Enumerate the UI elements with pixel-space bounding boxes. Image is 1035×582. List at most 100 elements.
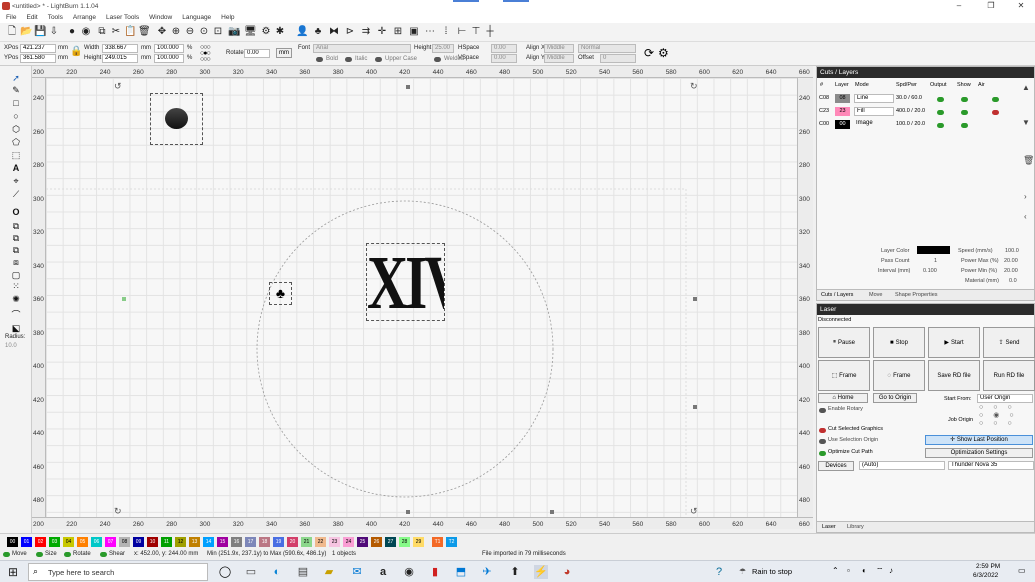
tree-graphic[interactable]: ♣ (269, 282, 292, 305)
tray-expand-icon[interactable]: ⌃ (832, 566, 839, 575)
stop-button[interactable]: ■ Stop (873, 327, 925, 358)
font-select[interactable]: Arial (313, 44, 411, 53)
show-toggle[interactable] (961, 97, 968, 102)
rotate-handle-bl-icon[interactable]: ↻ (114, 506, 122, 517)
tab-shape-properties[interactable]: Shape Properties (895, 292, 938, 298)
pass-count-value[interactable]: 1 (934, 258, 937, 264)
delete-icon[interactable]: 🗑 (138, 26, 151, 38)
zoom-in-icon[interactable]: ⊕ (170, 26, 182, 38)
lightburn-taskbar-icon[interactable]: ⚡ (534, 565, 548, 579)
monitor-icon[interactable]: 🖥 (244, 26, 257, 38)
center-icon[interactable]: ✛ (376, 26, 388, 38)
settings-tool-icon[interactable]: ✺ (10, 293, 22, 305)
palette-swatch-27[interactable]: 27 (385, 537, 396, 547)
file-explorer-icon[interactable]: ▤ (296, 565, 310, 579)
palette-swatch-T1[interactable]: T1 (432, 537, 443, 547)
rotate-handle-br-icon[interactable]: ↺ (690, 506, 698, 517)
sync-icon[interactable]: ⟳ (644, 46, 654, 60)
palette-swatch-17[interactable]: 17 (245, 537, 256, 547)
tray-icon-1[interactable]: ▫ (847, 566, 850, 575)
boolean-intersect-icon[interactable]: ⧉ (10, 244, 22, 256)
palette-swatch-26[interactable]: 26 (371, 537, 382, 547)
corner-icon[interactable]: ⬕ (10, 322, 22, 334)
amazon-icon[interactable]: a (376, 565, 390, 579)
palette-swatch-13[interactable]: 13 (189, 537, 200, 547)
scale-width-input[interactable]: 100.000 (154, 44, 184, 53)
notifications-icon[interactable]: ▭ (1018, 566, 1026, 575)
grid-array-tool-icon[interactable]: ⁙ (10, 280, 22, 292)
hspace-input[interactable]: 0.00 (491, 44, 517, 53)
tab-library[interactable]: Library (847, 524, 864, 530)
menu-language[interactable]: Language (182, 14, 211, 21)
draw-lines-icon[interactable]: ⬠ (10, 136, 22, 148)
app-icon-4[interactable]: ✈ (480, 565, 494, 579)
palette-swatch-16[interactable]: 16 (231, 537, 242, 547)
cut-selected-toggle[interactable] (819, 428, 826, 433)
palette-swatch-03[interactable]: 03 (49, 537, 60, 547)
cut-icon[interactable]: ✂ (110, 26, 122, 38)
palette-swatch-15[interactable]: 15 (217, 537, 228, 547)
radius-value[interactable]: 10.0 (5, 343, 17, 349)
user-icon[interactable]: 👤 (296, 26, 308, 38)
shear-toggle[interactable] (100, 552, 107, 557)
palette-swatch-11[interactable]: 11 (161, 537, 172, 547)
palette-swatch-21[interactable]: 21 (301, 537, 312, 547)
weld-icon[interactable]: ⧈ (10, 256, 22, 268)
boolean-union-icon[interactable]: ⧉ (10, 220, 22, 232)
cuts-row[interactable]: C23 23 Fill 400.0 / 20.0 (817, 106, 1017, 118)
machine-icon[interactable]: ⚙ (658, 46, 669, 60)
output-toggle[interactable] (937, 97, 944, 102)
ruler-tool-icon[interactable]: ⟋ (10, 188, 22, 200)
tray-icon-2[interactable]: ◐ (862, 566, 867, 575)
align-center-icon[interactable]: ⊤ (470, 26, 482, 38)
paste-icon[interactable]: 📋 (124, 26, 136, 38)
clock-date[interactable]: 6/3/2022 (973, 572, 998, 579)
devices-button[interactable]: Devices (818, 461, 854, 471)
gear-icon[interactable]: ⚙ (260, 26, 272, 38)
zoom-fit-icon[interactable]: ⊙ (198, 26, 210, 38)
rotate-handle-tl-icon[interactable]: ↺ (114, 81, 122, 92)
edge-browser-icon[interactable]: ◐ (270, 565, 284, 579)
dock-icon[interactable]: ⊢ (456, 26, 468, 38)
save-icon[interactable]: 💾 (34, 26, 46, 38)
palette-swatch-01[interactable]: 01 (21, 537, 32, 547)
menu-help[interactable]: Help (221, 14, 234, 21)
delete-layer-icon[interactable]: 🗑 (1023, 155, 1034, 166)
enable-rotary-toggle[interactable] (819, 408, 826, 413)
zoom-page-icon[interactable]: ⊡ (212, 26, 224, 38)
palette-swatch-24[interactable]: 24 (343, 537, 354, 547)
rounded-rect-icon[interactable]: ⌒ (10, 309, 22, 321)
send-button[interactable]: ⇪ Send (983, 327, 1035, 358)
array-icon[interactable]: ⋯ (424, 26, 436, 38)
palette-swatch-08[interactable]: 08 (119, 537, 130, 547)
menu-arrange[interactable]: Arrange (73, 14, 96, 21)
menu-laser-tools[interactable]: Laser Tools (106, 14, 139, 21)
scroll-up-icon[interactable]: ▲ (1022, 83, 1030, 92)
port-select[interactable]: (Auto) (859, 461, 945, 470)
weather-text[interactable]: Rain to stop (752, 567, 792, 576)
use-selection-origin-toggle[interactable] (819, 439, 826, 444)
tab-cuts-layers[interactable]: Cuts / Layers (821, 292, 853, 298)
app-icon-2[interactable]: ▮ (428, 565, 442, 579)
power-min-value[interactable]: 20.00 (1004, 268, 1018, 274)
tab-move[interactable]: Move (869, 292, 882, 298)
text-tool-icon[interactable]: A (10, 162, 22, 174)
show-toggle[interactable] (961, 123, 968, 128)
select-tool-icon[interactable]: ➚ (10, 72, 22, 84)
workspace-canvas[interactable]: ♣ XIV ↺ ↻ ↻ ↺ (46, 78, 797, 517)
tab-laser[interactable]: Laser (822, 524, 836, 530)
minimize-button[interactable]: – (944, 0, 974, 12)
scroll-down-icon[interactable]: ▼ (1022, 118, 1030, 127)
material-value[interactable]: 0.0 (1009, 278, 1017, 284)
handle-right[interactable] (693, 297, 697, 301)
power-max-value[interactable]: 20.00 (1004, 258, 1018, 264)
task-view-icon[interactable]: ◯ (218, 565, 232, 579)
tools-icon[interactable]: ✱ (274, 26, 286, 38)
tree-icon[interactable]: ♣ (312, 26, 324, 38)
output-toggle[interactable] (937, 123, 944, 128)
grid-array-icon[interactable]: ⁞ (440, 26, 452, 38)
palette-swatch-05[interactable]: 05 (77, 537, 88, 547)
handle-extra-2[interactable] (550, 510, 554, 514)
menu-edit[interactable]: Edit (26, 14, 37, 21)
pause-button[interactable]: ⏸ Pause (818, 327, 870, 358)
